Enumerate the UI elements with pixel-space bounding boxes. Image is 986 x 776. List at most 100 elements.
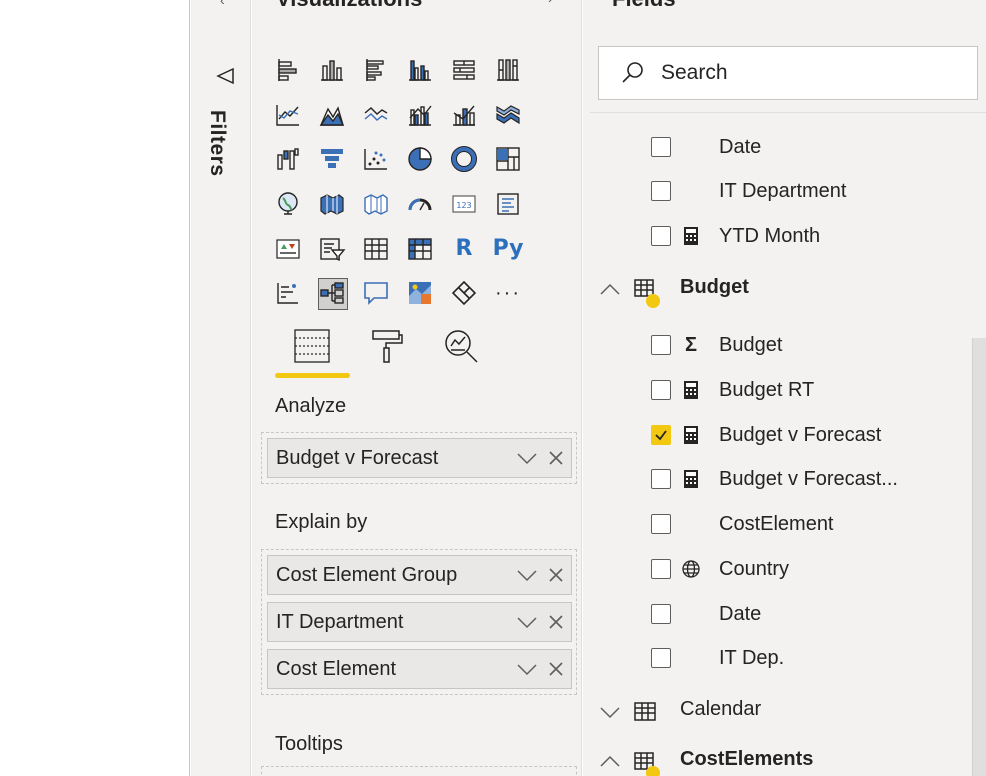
fields-title: Fields (612, 0, 676, 12)
scatter-chart-icon[interactable] (354, 137, 398, 182)
search-box[interactable] (598, 46, 978, 100)
area-chart-icon[interactable] (310, 93, 354, 138)
python-visual-icon[interactable]: Py (486, 226, 530, 271)
shape-map-icon[interactable] (354, 182, 398, 227)
explain-field-pill[interactable]: IT Department (267, 602, 572, 642)
ribbon-chart-icon[interactable] (486, 93, 530, 138)
field-name[interactable]: Date (719, 603, 761, 626)
close-icon[interactable] (547, 449, 565, 467)
stacked-bar-icon[interactable] (266, 48, 310, 93)
map-icon[interactable] (266, 182, 310, 227)
field-name[interactable]: CostElement (719, 513, 834, 536)
explain-field-pill[interactable]: Cost Element (267, 649, 572, 689)
more-visuals-icon[interactable]: ··· (486, 271, 530, 316)
field-checkbox[interactable] (651, 181, 671, 201)
field-checkbox[interactable] (651, 648, 671, 668)
line-stacked-column-icon[interactable] (442, 93, 486, 138)
key-influencers-icon[interactable] (266, 271, 310, 316)
field-name[interactable]: Country (719, 558, 789, 581)
line-chart-icon[interactable] (266, 93, 310, 138)
analyze-field-pill[interactable]: Budget v Forecast (267, 438, 572, 478)
viz-collapse-icon[interactable]: › (548, 0, 553, 6)
tab-format[interactable] (366, 326, 408, 366)
pill-label: Cost Element (276, 657, 397, 680)
field-checkbox[interactable] (651, 469, 671, 489)
table-name-budget[interactable]: Budget (680, 276, 749, 299)
field-checkbox[interactable] (651, 137, 671, 157)
field-name[interactable]: IT Department (719, 180, 846, 203)
r-visual-icon[interactable]: R (442, 226, 486, 271)
field-name[interactable]: Budget v Forecast... (719, 468, 898, 491)
chevron-up-icon[interactable] (598, 752, 622, 772)
treemap-icon[interactable] (486, 137, 530, 182)
tab-analytics[interactable] (440, 326, 482, 366)
calculator-icon (680, 467, 702, 491)
field-checkbox[interactable] (651, 380, 671, 400)
checkmark-icon (655, 430, 667, 441)
matrix-icon[interactable] (398, 226, 442, 271)
filters-label[interactable]: Filters (205, 110, 229, 177)
stacked-area-icon[interactable] (354, 93, 398, 138)
fields-well-icon (294, 329, 330, 363)
collapse-arrow-icon[interactable]: ‹ (220, 0, 225, 8)
checked-badge-icon (646, 294, 660, 308)
chevron-down-icon[interactable] (515, 447, 539, 469)
field-checkbox-checked[interactable] (651, 425, 671, 445)
table-name-calendar[interactable]: Calendar (680, 698, 761, 721)
qa-icon[interactable] (354, 271, 398, 316)
table-icon[interactable] (354, 226, 398, 271)
analyze-well[interactable]: Budget v Forecast (261, 432, 577, 484)
multi-row-card-icon[interactable] (486, 182, 530, 227)
100-stacked-column-icon[interactable] (486, 48, 530, 93)
explain-field-pill[interactable]: Cost Element Group (267, 555, 572, 595)
funnel-icon (216, 67, 234, 85)
waterfall-chart-icon[interactable] (266, 137, 310, 182)
field-name[interactable]: YTD Month (719, 225, 820, 248)
tooltips-label: Tooltips (275, 733, 343, 755)
search-input[interactable] (661, 61, 951, 85)
pie-chart-icon[interactable] (398, 137, 442, 182)
fields-scrollbar[interactable] (972, 338, 986, 776)
field-name[interactable]: IT Dep. (719, 647, 784, 670)
fields-divider (590, 112, 986, 113)
tooltips-well[interactable] (261, 766, 577, 776)
field-checkbox[interactable] (651, 226, 671, 246)
field-name[interactable]: Date (719, 136, 761, 159)
donut-chart-icon[interactable] (442, 137, 486, 182)
funnel-chart-icon[interactable] (310, 137, 354, 182)
field-checkbox[interactable] (651, 335, 671, 355)
table-icon (634, 702, 656, 721)
tab-fields[interactable] (291, 326, 333, 366)
close-icon[interactable] (547, 613, 565, 631)
chevron-down-icon[interactable] (598, 702, 622, 722)
field-name[interactable]: Budget v Forecast (719, 424, 881, 447)
table-name-costelements[interactable]: CostElements (680, 748, 813, 771)
line-clustered-column-icon[interactable] (398, 93, 442, 138)
field-checkbox[interactable] (651, 514, 671, 534)
field-name[interactable]: Budget RT (719, 379, 814, 402)
close-icon[interactable] (547, 660, 565, 678)
gauge-icon[interactable] (398, 182, 442, 227)
arcgis-map-icon[interactable] (398, 271, 442, 316)
chevron-up-icon[interactable] (598, 280, 622, 300)
explain-by-well[interactable]: Cost Element Group IT Department Cost El… (261, 549, 577, 695)
clustered-bar-icon[interactable] (354, 48, 398, 93)
stacked-column-icon[interactable] (310, 48, 354, 93)
chevron-down-icon[interactable] (515, 611, 539, 633)
filled-map-icon[interactable] (310, 182, 354, 227)
kpi-icon[interactable] (266, 226, 310, 271)
chevron-down-icon[interactable] (515, 658, 539, 680)
clustered-column-icon[interactable] (398, 48, 442, 93)
close-icon[interactable] (547, 566, 565, 584)
field-name[interactable]: Budget (719, 334, 782, 357)
card-icon[interactable]: 123 (442, 182, 486, 227)
power-apps-icon[interactable] (442, 271, 486, 316)
field-checkbox[interactable] (651, 604, 671, 624)
active-tab-indicator (275, 373, 350, 378)
slicer-icon[interactable] (310, 226, 354, 271)
decomposition-tree-icon[interactable] (310, 271, 354, 316)
chevron-down-icon[interactable] (515, 564, 539, 586)
field-checkbox[interactable] (651, 559, 671, 579)
100-stacked-bar-icon[interactable] (442, 48, 486, 93)
report-canvas (0, 0, 190, 776)
